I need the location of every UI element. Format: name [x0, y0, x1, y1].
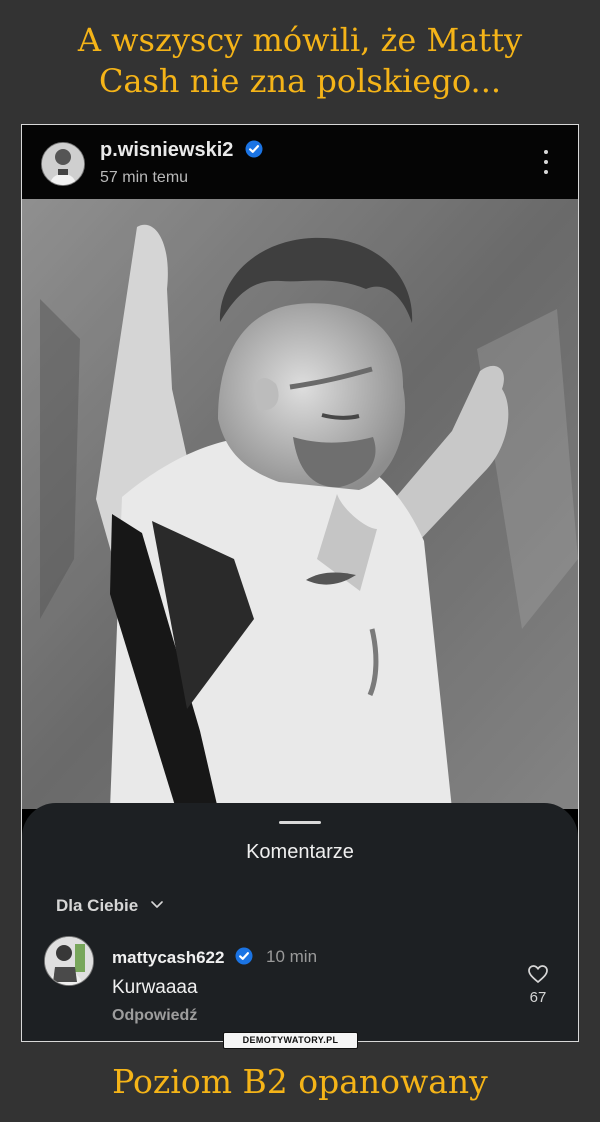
verified-badge-icon	[235, 947, 253, 965]
comment-time: 10 min	[266, 947, 318, 966]
drag-handle[interactable]	[279, 821, 321, 824]
meme-title: A wszyscy mówili, że Matty Cash nie zna …	[0, 20, 600, 102]
profile-avatar-icon[interactable]	[41, 142, 85, 186]
comments-sheet: Komentarze Dla Ciebie mattycash622 10 mi…	[22, 803, 578, 1041]
comment-author-name[interactable]: mattycash622	[112, 948, 224, 967]
post-username[interactable]: p.wisniewski2	[100, 139, 263, 162]
comment-sort-label[interactable]: Dla Ciebie	[56, 896, 138, 915]
comment-text: Kurwaaaa	[112, 977, 198, 998]
post-timestamp: 57 min temu	[100, 169, 189, 186]
comment-sort-dropdown[interactable]: Dla Ciebie	[56, 896, 163, 916]
instagram-screenshot: p.wisniewski2 57 min temu Komentarze Dla…	[21, 124, 579, 1042]
commenter-avatar-icon[interactable]	[44, 936, 94, 986]
player-photo-illustration	[22, 199, 578, 809]
like-count: 67	[529, 989, 547, 1006]
comment-author[interactable]: mattycash622	[112, 947, 253, 968]
comments-title: Komentarze	[246, 841, 354, 863]
reply-button[interactable]: Odpowiedź	[112, 1007, 197, 1025]
meme-title-line: Cash nie zna polskiego...	[98, 62, 502, 100]
chevron-down-icon	[151, 901, 163, 908]
post-username-text[interactable]: p.wisniewski2	[100, 139, 233, 161]
vertical-dots-icon[interactable]	[534, 150, 558, 180]
verified-badge-icon	[245, 140, 263, 158]
meme-caption: Poziom B2 opanowany	[112, 1062, 488, 1101]
post-photo	[22, 199, 578, 809]
post-header: p.wisniewski2 57 min temu	[22, 125, 578, 199]
meme-title-line: A wszyscy mówili, że Matty	[77, 21, 523, 59]
heart-icon[interactable]	[527, 964, 549, 984]
like-button[interactable]: 67	[523, 964, 553, 1006]
site-watermark: DEMOTYWATORY.PL	[223, 1032, 358, 1049]
